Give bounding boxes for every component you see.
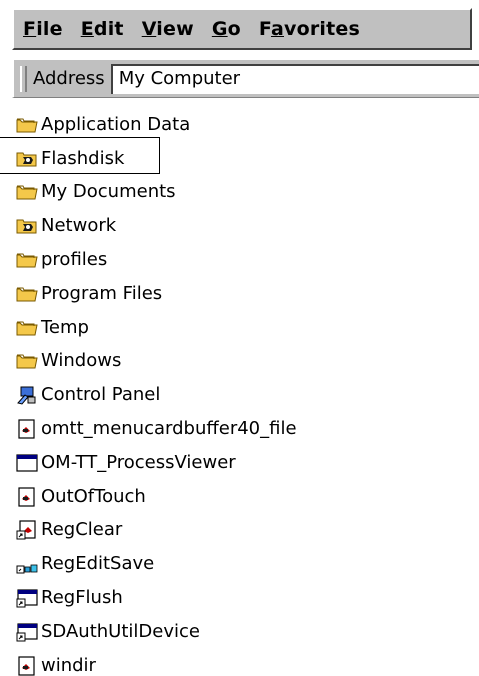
file-list-item[interactable]: RegEditSave: [16, 547, 476, 581]
file-list-item[interactable]: windir: [16, 649, 476, 676]
file-icon: [16, 487, 38, 507]
shortcut-icon: [16, 520, 38, 540]
file-list: Application Data Flashdisk My Documents Net…: [16, 108, 476, 676]
file-list-item[interactable]: OM-TT_ProcessViewer: [16, 446, 476, 480]
registry-shortcut-icon: [16, 554, 38, 574]
file-list-item[interactable]: Flashdisk: [16, 142, 476, 176]
file-list-item-label: profiles: [41, 249, 108, 271]
file-list-item-label: Application Data: [41, 113, 191, 135]
address-label: Address: [33, 68, 105, 89]
file-list-item[interactable]: Program Files: [16, 277, 476, 311]
control-panel-icon: [16, 385, 38, 405]
file-list-item-label: OM-TT_ProcessViewer: [41, 451, 236, 473]
file-list-item[interactable]: Temp: [16, 311, 476, 345]
file-list-item[interactable]: SDAuthUtilDevice: [16, 615, 476, 649]
file-list-item-label: windir: [41, 654, 96, 676]
file-list-item-label: Program Files: [41, 282, 163, 304]
file-list-item-label: Control Panel: [41, 384, 161, 406]
menu-go[interactable]: Go: [203, 18, 250, 40]
file-list-item[interactable]: OutOfTouch: [16, 480, 476, 514]
folder-icon: [16, 284, 38, 304]
file-list-item-label: Network: [41, 215, 117, 237]
file-list-item[interactable]: omtt_menucardbuffer40_file: [16, 412, 476, 446]
file-list-item-label: OutOfTouch: [41, 485, 146, 507]
file-list-item[interactable]: RegClear: [16, 514, 476, 548]
file-list-item-label: RegFlush: [41, 587, 123, 609]
application-window-icon: [16, 453, 38, 473]
file-list-item-label: RegClear: [41, 519, 123, 541]
folder-icon: [16, 250, 38, 270]
file-list-item[interactable]: Control Panel: [16, 378, 476, 412]
storage-folder-icon: [16, 216, 38, 236]
folder-icon: [16, 182, 38, 202]
file-list-item-label: omtt_menucardbuffer40_file: [41, 418, 297, 440]
file-list-item[interactable]: Application Data: [16, 108, 476, 142]
file-icon: [16, 419, 38, 439]
file-list-item-label: SDAuthUtilDevice: [41, 620, 200, 642]
toolbar-grip[interactable]: [20, 65, 27, 92]
menu-edit[interactable]: Edit: [72, 18, 133, 40]
folder-icon: [16, 351, 38, 371]
file-list-item-label: RegEditSave: [41, 553, 155, 575]
menu-file[interactable]: File: [14, 18, 72, 40]
folder-icon: [16, 318, 38, 338]
address-bar: Address My Computer: [12, 58, 479, 98]
file-list-item-label: Windows: [41, 350, 122, 372]
file-list-item[interactable]: RegFlush: [16, 581, 476, 615]
menu-favorites[interactable]: Favorites: [250, 18, 369, 40]
file-list-item[interactable]: My Documents: [16, 176, 476, 210]
file-list-item-label: Flashdisk: [41, 147, 125, 169]
file-icon: [16, 656, 38, 676]
storage-folder-icon: [16, 149, 38, 169]
file-list-item[interactable]: Network: [16, 209, 476, 243]
folder-icon: [16, 115, 38, 135]
menu-view[interactable]: View: [133, 18, 203, 40]
address-input[interactable]: My Computer: [110, 63, 479, 94]
explorer-window: File Edit View Go Favorites Address My C…: [0, 0, 479, 676]
menu-bar: File Edit View Go Favorites: [12, 8, 472, 50]
file-list-item[interactable]: profiles: [16, 243, 476, 277]
file-list-item[interactable]: Windows: [16, 345, 476, 379]
file-list-item-label: My Documents: [41, 181, 176, 203]
window-shortcut-icon: [16, 622, 38, 642]
file-list-item-label: Temp: [41, 316, 89, 338]
window-shortcut-icon: [16, 588, 38, 608]
